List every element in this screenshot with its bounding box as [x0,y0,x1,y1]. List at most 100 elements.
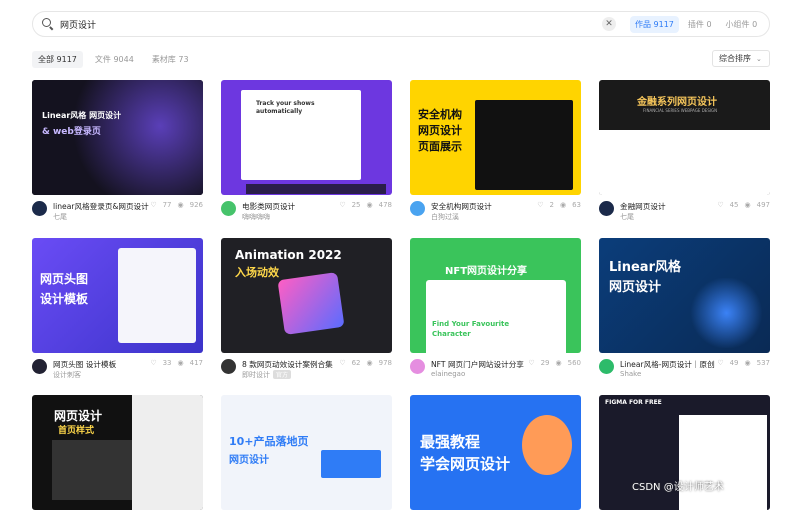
tab-plugins[interactable]: 插件 0 [683,16,717,33]
like-count: 45 [729,201,739,209]
view-icon: ◉ [559,201,567,209]
card-thumbnail[interactable]: 安全机构 网页设计 页面展示 [410,80,581,195]
card-stats: ♡ 25 ◉ 478 [339,201,392,209]
avatar[interactable] [32,201,47,216]
thumb-line: 最强教程 [420,433,481,451]
card-author[interactable]: 设计刺客 [53,370,81,380]
avatar[interactable] [599,359,614,374]
card-thumbnail[interactable]: Linear风格 网页设计 [599,238,770,353]
thumb-line: Find Your Favourite [432,320,510,328]
card-stats: ♡ 49 ◉ 537 [717,359,770,367]
avatar[interactable] [32,359,47,374]
view-count: 537 [756,359,770,367]
card-title[interactable]: NFT 网页门户网站设计分享 [431,359,524,370]
thumb-line: automatically [256,108,303,115]
thumb-line: 10+产品落地页 [229,435,309,448]
view-icon: ◉ [744,201,751,209]
card-thumbnail[interactable]: Animation 2022 入场动效 [221,238,392,353]
card-author[interactable]: 白狗过溪 [431,212,459,222]
card[interactable]: Animation 2022 入场动效 8 款网页动效设计案例合集 即时设计 官方… [221,238,392,383]
view-count: 63 [572,201,581,209]
card[interactable]: 网页设计 首页样式 [32,395,203,510]
heart-icon: ♡ [339,359,346,367]
filter-tabs: 全部 9117 文件 9044 素材库 73 [32,51,195,68]
card-thumbnail[interactable]: 网页头图 设计模板 [32,238,203,353]
thumb-line: & web登录页 [42,127,101,137]
thumb-line: 网页设计 [54,409,103,423]
card[interactable]: 最强教程 学会网页设计 [410,395,581,510]
tab-works[interactable]: 作品 9117 [630,15,679,33]
thumb-line: Linear风格 网页设计 [42,111,122,120]
like-count: 77 [162,201,172,209]
card-title[interactable]: 安全机构网页设计 [431,201,492,212]
card-title[interactable]: linear风格登录页&网页设计 [53,201,149,212]
view-count: 497 [756,201,770,209]
card-thumbnail[interactable]: 最强教程 学会网页设计 [410,395,581,510]
card-title[interactable]: 电影类网页设计 [242,201,295,212]
card-title[interactable]: 金融网页设计 [620,201,666,212]
avatar[interactable] [599,201,614,216]
filter-files[interactable]: 文件 9044 [89,51,140,68]
card[interactable]: 网页头图 设计模板 网页头图 设计模板 设计刺客 ♡ 33 ◉ 417 [32,238,203,383]
watermark: CSDN @设计师艺术 [632,482,724,493]
card-author[interactable]: Shake [620,370,641,378]
card-thumbnail[interactable]: 10+产品落地页 网页设计 [221,395,392,510]
card-stats: ♡ 33 ◉ 417 [150,359,203,367]
card-stats: ♡ 29 ◉ 560 [528,359,581,367]
card-author[interactable]: elainegao [431,370,465,378]
thumb-line: Character [432,330,471,338]
thumb-line: 入场动效 [235,266,279,279]
heart-icon: ♡ [528,359,535,367]
card-author[interactable]: 七尾 [620,212,634,222]
card[interactable]: Linear风格 网页设计 & web登录页 linear风格登录页&网页设计 … [32,80,203,225]
thumb-line: 网页设计 [418,124,462,137]
sort-dropdown[interactable]: 综合排序 ⌄ [712,50,770,67]
avatar[interactable] [221,201,236,216]
avatar[interactable] [410,359,425,374]
heart-icon: ♡ [717,359,724,367]
filter-all[interactable]: 全部 9117 [32,51,83,68]
view-icon: ◉ [555,359,562,367]
close-icon[interactable]: ✕ [602,17,616,31]
view-icon: ◉ [177,201,184,209]
card[interactable]: NFT网页设计分享 Find Your Favourite Character … [410,238,581,383]
filter-library[interactable]: 素材库 73 [146,51,195,68]
official-badge: 官方 [273,370,292,379]
avatar[interactable] [410,201,425,216]
author-name: 即时设计 [242,371,270,379]
card-thumbnail[interactable]: NFT网页设计分享 Find Your Favourite Character [410,238,581,353]
view-count: 417 [189,359,203,367]
search-input[interactable] [60,19,580,29]
card[interactable]: Linear风格 网页设计 Linear风格-网页设计｜原创 Shake ♡ 49… [599,238,770,383]
search-bar[interactable]: ✕ 作品 9117 插件 0 小组件 0 [32,11,770,37]
like-count: 25 [351,201,361,209]
heart-icon: ♡ [339,201,346,209]
view-count: 560 [567,359,581,367]
thumb-line: Linear风格 [609,260,681,275]
card-thumbnail[interactable]: Track your shows automatically [221,80,392,195]
card[interactable]: Track your shows automatically 电影类网页设计 嗨… [221,80,392,225]
thumb-line: FINANCIAL SERIES WEBPAGE DESIGN [643,108,718,113]
thumb-line: 学会网页设计 [420,455,511,473]
card-title[interactable]: 8 款网页动效设计案例合集 [242,359,333,370]
card-author[interactable]: 七尾 [53,212,67,222]
card[interactable]: 10+产品落地页 网页设计 [221,395,392,510]
heart-icon: ♡ [537,201,544,209]
tab-widgets[interactable]: 小组件 0 [721,16,763,33]
card[interactable]: 安全机构 网页设计 页面展示 安全机构网页设计 白狗过溪 ♡ 2 ◉ 63 [410,80,581,225]
card-thumbnail[interactable]: 金融系列网页设计 FINANCIAL SERIES WEBPAGE DESIGN [599,80,770,195]
card-stats: ♡ 2 ◉ 63 [537,201,581,209]
card[interactable]: 金融系列网页设计 FINANCIAL SERIES WEBPAGE DESIGN… [599,80,770,225]
avatar[interactable] [221,359,236,374]
card-author[interactable]: 嗨嗨嗨嗨 [242,212,270,222]
heart-icon: ♡ [150,359,157,367]
thumb-line: NFT网页设计分享 [445,266,528,277]
card-thumbnail[interactable]: 网页设计 首页样式 [32,395,203,510]
sort-label: 综合排序 [719,54,751,63]
thumb-line: 网页设计 [609,280,662,295]
card-thumbnail[interactable]: Linear风格 网页设计 & web登录页 [32,80,203,195]
view-icon: ◉ [366,359,373,367]
card-title[interactable]: Linear风格-网页设计｜原创 [620,359,715,370]
card-title[interactable]: 网页头图 设计模板 [53,359,116,370]
card-author[interactable]: 即时设计 官方 [242,370,292,380]
